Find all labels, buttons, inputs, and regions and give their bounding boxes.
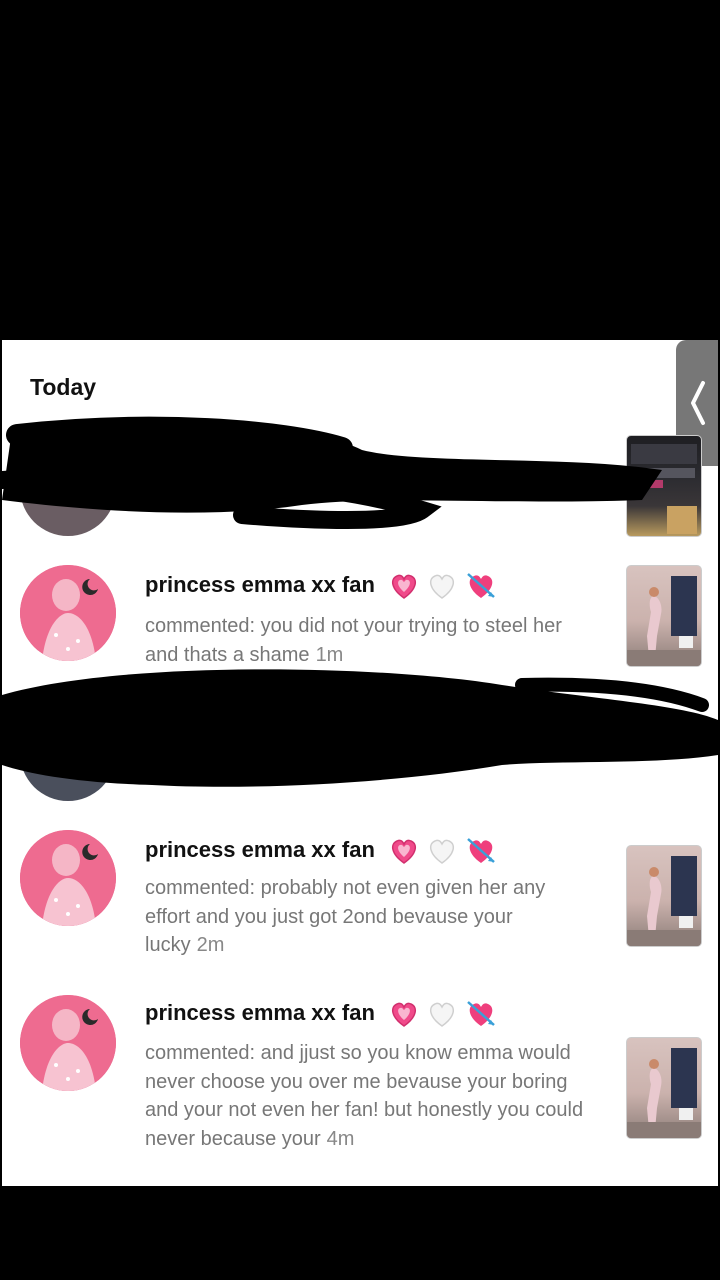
- post-thumbnail[interactable]: [626, 565, 702, 667]
- comment-text: commented: you did not your trying to st…: [145, 612, 585, 669]
- timestamp: 4m: [326, 1127, 355, 1150]
- comment-body: commented: you did not your trying to st…: [145, 615, 562, 666]
- emoji-group: [389, 836, 499, 866]
- section-title: Today: [30, 374, 97, 400]
- white-heart-icon: [430, 839, 455, 864]
- screen: Today princess emma xx fan commented: yo…: [0, 0, 720, 1280]
- notification-item[interactable]: princess emma xx fan commented: and jjus…: [2, 995, 718, 1175]
- emoji-group: [389, 999, 499, 1029]
- emoji-group: [389, 571, 499, 601]
- notification-item[interactable]: princess emma xx fan commented: you did …: [2, 565, 718, 685]
- comment-text: commented: probably not even given her a…: [145, 874, 585, 960]
- timestamp: 2m: [196, 934, 225, 956]
- username[interactable]: princess emma xx fan: [145, 999, 499, 1029]
- sparkling-pink-heart-icon: [391, 1002, 417, 1027]
- username-text: princess emma xx fan: [145, 836, 375, 862]
- heart-with-arrow-icon: [467, 573, 496, 598]
- sparkling-pink-heart-icon: [391, 839, 417, 864]
- notifications-panel: Today princess emma xx fan commented: yo…: [2, 340, 718, 1186]
- avatar: [20, 705, 116, 801]
- username-text: princess emma xx fan: [145, 571, 375, 597]
- post-thumbnail[interactable]: [626, 435, 702, 537]
- username[interactable]: princess emma xx fan: [145, 836, 499, 866]
- avatar: [20, 565, 116, 661]
- avatar: [20, 440, 116, 536]
- heart-with-arrow-icon: [467, 838, 496, 863]
- avatar: [20, 830, 116, 926]
- comment-text: commented: and jjust so you know emma wo…: [145, 1039, 585, 1153]
- avatar: [20, 995, 116, 1091]
- sparkling-pink-heart-icon: [391, 574, 417, 599]
- white-heart-icon: [430, 574, 455, 599]
- chevron-left-icon: [691, 381, 705, 425]
- redacted-notification: [2, 669, 718, 801]
- username-text: princess emma xx fan: [145, 999, 375, 1025]
- post-thumbnail[interactable]: [626, 1037, 702, 1139]
- white-heart-icon: [430, 1002, 455, 1027]
- redacted-notification: [2, 416, 718, 545]
- username[interactable]: princess emma xx fan: [145, 571, 499, 601]
- comment-body: commented: and jjust so you know emma wo…: [145, 1042, 584, 1150]
- notification-item[interactable]: princess emma xx fan commented: probably…: [2, 830, 718, 970]
- post-thumbnail[interactable]: [626, 845, 702, 947]
- timestamp: 1m: [315, 643, 344, 666]
- heart-with-arrow-icon: [467, 1001, 496, 1026]
